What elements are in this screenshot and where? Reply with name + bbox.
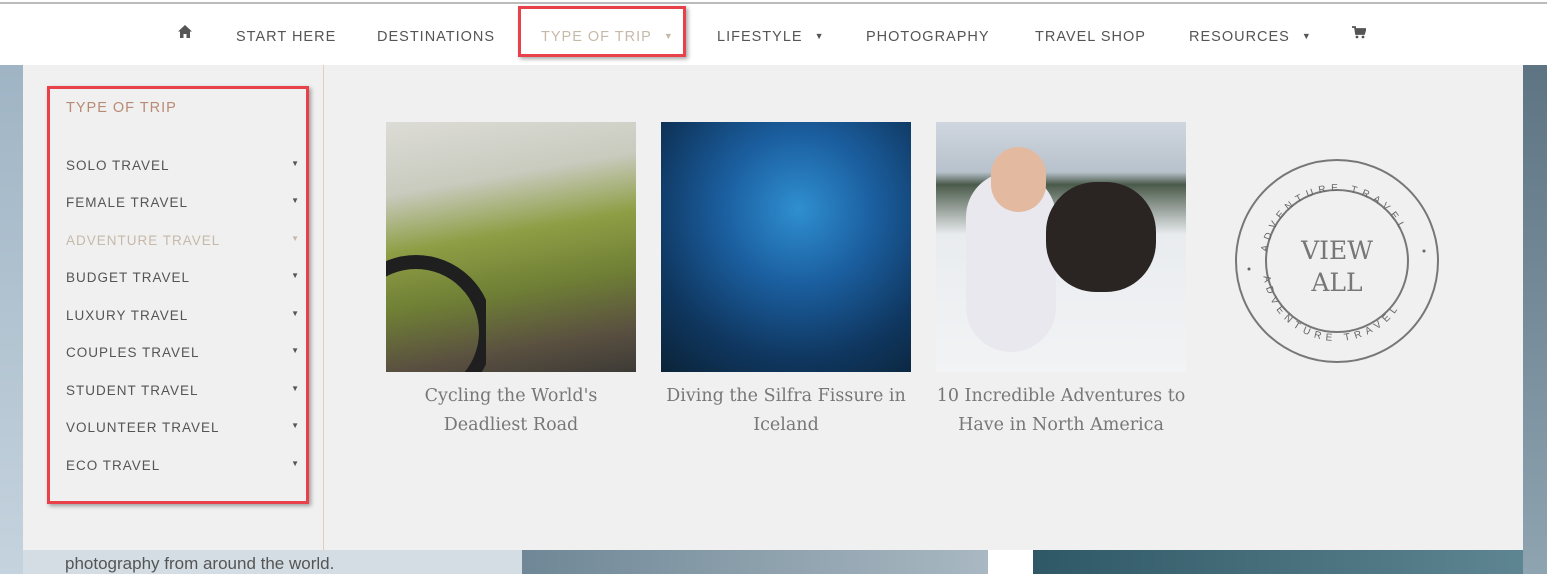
title-line: Diving the Silfra Fissure in <box>666 386 906 406</box>
highlight-box <box>518 6 686 57</box>
post-title[interactable]: Diving the Silfra Fissure in Iceland <box>661 382 911 440</box>
background-image <box>1033 550 1523 574</box>
nav-lifestyle[interactable]: LIFESTYLE ▼ <box>717 29 824 45</box>
background-image <box>0 65 23 574</box>
background-text: photography from around the world. <box>65 554 335 573</box>
post-card[interactable]: Cycling the World's Deadliest Road <box>386 122 636 440</box>
post-card[interactable]: 10 Incredible Adventures to Have in North… <box>936 122 1186 440</box>
cart-icon[interactable] <box>1352 26 1367 43</box>
nav-label: LIFESTYLE <box>717 29 803 45</box>
nav-photography[interactable]: PHOTOGRAPHY <box>866 29 990 45</box>
title-line: Cycling the World's <box>424 386 598 406</box>
highlight-box <box>47 86 309 504</box>
title-line: 10 Incredible Adventures to <box>936 386 1186 406</box>
background-image <box>522 550 988 574</box>
divider <box>323 65 324 550</box>
title-line: Have in North America <box>958 415 1164 435</box>
post-title[interactable]: Cycling the World's Deadliest Road <box>386 382 636 440</box>
caret-down-icon: ▼ <box>1301 31 1312 41</box>
view-all-line1: VIEW <box>1300 236 1373 265</box>
post-card[interactable]: Diving the Silfra Fissure in Iceland <box>661 122 911 440</box>
background-image <box>1523 65 1547 574</box>
title-line: Iceland <box>753 415 819 435</box>
title-line: Deadliest Road <box>443 415 579 435</box>
nav-resources[interactable]: RESOURCES ▼ <box>1189 29 1312 45</box>
view-all-button[interactable]: ADVENTURE TRAVEL ADVENTURE TRAVEL VIEW A… <box>1233 157 1441 365</box>
post-title[interactable]: 10 Incredible Adventures to Have in North… <box>936 382 1186 440</box>
nav-start-here[interactable]: START HERE <box>236 29 336 45</box>
post-image[interactable] <box>936 122 1186 372</box>
view-all-line2: ALL <box>1310 268 1362 297</box>
nav-travel-shop[interactable]: TRAVEL SHOP <box>1035 29 1146 45</box>
post-image[interactable] <box>386 122 636 372</box>
main-nav: START HERE DESTINATIONS TYPE OF TRIP ▼ LI… <box>0 4 1547 65</box>
caret-down-icon: ▼ <box>814 31 825 41</box>
home-icon[interactable] <box>178 25 192 42</box>
nav-destinations[interactable]: DESTINATIONS <box>377 29 495 45</box>
post-image[interactable] <box>661 122 911 372</box>
nav-label: RESOURCES <box>1189 29 1290 45</box>
